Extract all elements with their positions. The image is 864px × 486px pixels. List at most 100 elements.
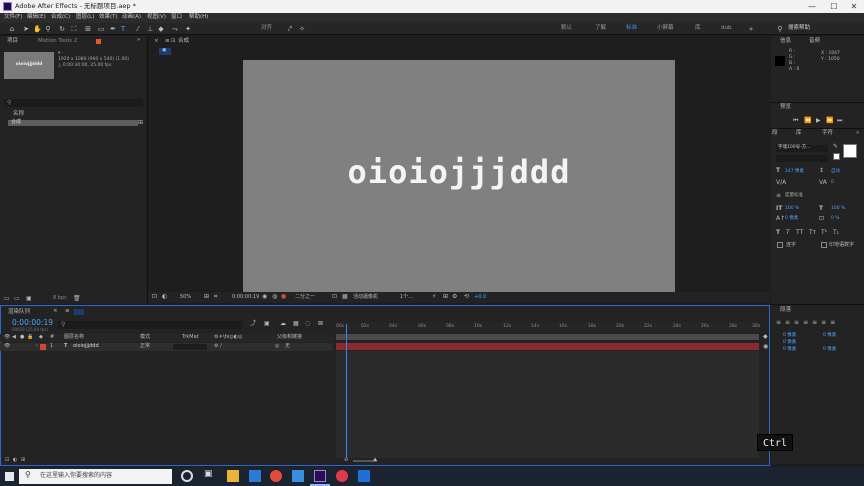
type-tool-icon[interactable]: T	[119, 25, 127, 33]
work-area-end-icon[interactable]: ◆	[763, 334, 768, 340]
resolution-select[interactable]: 二分之一	[295, 295, 315, 300]
current-time-indicator[interactable]	[346, 324, 347, 464]
menu-view[interactable]: 视图(V)	[147, 14, 166, 21]
draft-3d-icon[interactable]: ▣	[264, 321, 270, 327]
tab-project[interactable]: 项目	[7, 38, 18, 45]
interpret-footage-icon[interactable]: ▭	[4, 296, 10, 302]
workspace-small-screen[interactable]: 小屏幕	[657, 25, 674, 32]
trkmat-select[interactable]	[173, 344, 207, 350]
all-caps-icon[interactable]: TT	[796, 230, 803, 236]
comp-mini-flowchart-icon[interactable]: ⤴	[250, 321, 256, 327]
vertical-scale-value[interactable]: 100 %	[785, 206, 799, 212]
exposure-value[interactable]: +0.0	[474, 295, 486, 300]
selection-tool-icon[interactable]: ➤	[22, 25, 30, 33]
viewer-close-icon[interactable]: ×	[154, 38, 159, 45]
hindi-digits-checkbox[interactable]	[821, 242, 827, 248]
zoom-in-icon[interactable]: ⛰	[373, 458, 377, 463]
close-button[interactable]: ✕	[846, 1, 862, 12]
snapshot-icon[interactable]: ◉	[262, 294, 267, 300]
task-view-icon[interactable]: ▣	[204, 470, 216, 482]
app-icon-red[interactable]	[336, 470, 348, 482]
layer-row[interactable]: 👁 › 1 T oioiojjjddd 正常 ⚙ / ◎ 无	[0, 343, 333, 351]
mask-icon[interactable]: ◐	[162, 294, 167, 300]
region-of-interest-icon[interactable]: ⊡	[332, 294, 337, 300]
tab-comp-timeline[interactable]	[74, 309, 84, 315]
tab-paragraph[interactable]: 段落	[780, 307, 791, 314]
faux-italic-icon[interactable]: T	[786, 230, 790, 236]
layer-duration-bar[interactable]	[336, 343, 759, 350]
layer-end-icon[interactable]: ◉	[763, 344, 768, 350]
work-area-bar[interactable]	[336, 334, 759, 340]
parent-select[interactable]: 无	[285, 344, 290, 349]
always-preview-icon[interactable]: ⊡	[152, 294, 157, 300]
indent-first-value[interactable]: 0 像素	[783, 340, 796, 346]
baseline-shift-value[interactable]: 0 像素	[785, 216, 798, 222]
workspace-default[interactable]: 默认	[561, 25, 572, 32]
zoom-select[interactable]: 50%	[180, 295, 191, 300]
snap-icon[interactable]: ✧	[298, 25, 306, 33]
motion-blur-icon[interactable]: ◌	[305, 321, 310, 327]
viewer-menu-icon[interactable]: ≡	[165, 38, 170, 45]
mail-icon[interactable]	[292, 470, 304, 482]
title-safe-icon[interactable]: ⌗	[214, 294, 217, 300]
new-comp-icon[interactable]: ▣	[26, 296, 32, 302]
trkmat-header[interactable]: TrkMat	[182, 335, 199, 340]
workspace-overflow-icon[interactable]: »	[747, 25, 755, 33]
font-size-value[interactable]: 147 像素	[785, 169, 804, 175]
shy-layers-icon[interactable]: ☁	[280, 321, 286, 327]
menu-help[interactable]: 帮助(H)	[189, 14, 208, 21]
layer-visibility-icon[interactable]: 👁	[4, 344, 10, 349]
menu-composition[interactable]: 合成(C)	[51, 14, 70, 21]
panel-overflow-icon[interactable]: »	[137, 37, 140, 44]
tab-preview[interactable]: 预览	[780, 104, 791, 111]
pick-whip-icon[interactable]: ◎	[275, 344, 279, 349]
help-search-field[interactable]: 搜索帮助	[788, 25, 810, 32]
stroke-white-swatch[interactable]	[833, 153, 840, 160]
tab-composition[interactable]: 合成	[178, 38, 189, 45]
tab-render-queue[interactable]: 渲染队列	[8, 309, 30, 316]
space-after-value[interactable]: 0 像素	[823, 347, 836, 353]
toggle-modes-icon[interactable]: ◐	[13, 458, 17, 463]
cortana-icon[interactable]	[181, 470, 193, 482]
show-snapshot-icon[interactable]: ◍	[272, 294, 277, 300]
views-select[interactable]: 1个...	[400, 295, 413, 300]
comp-canvas[interactable]: oioiojjjddd	[243, 60, 675, 292]
indent-left-value[interactable]: 0 像素	[783, 333, 796, 339]
expand-arrow-icon[interactable]: ›	[36, 344, 38, 349]
app-icon-blue[interactable]	[358, 470, 370, 482]
graph-editor-icon[interactable]: ⊠	[318, 321, 323, 327]
viewer-timecode[interactable]: 0:00:00:19	[232, 295, 259, 300]
project-item-row[interactable]: 合成	[8, 120, 138, 126]
zoom-tool-icon[interactable]: ⚲	[44, 25, 52, 33]
menu-layer[interactable]: 图层(L)	[76, 14, 94, 21]
file-explorer-icon[interactable]	[227, 470, 239, 482]
alignment-buttons[interactable]: ≡≡≡≡≡≡≡	[776, 320, 839, 326]
stroke-width-value[interactable]: 度量标准	[785, 193, 803, 199]
space-before-value[interactable]: 0 像素	[783, 347, 796, 353]
home-icon[interactable]: ⌂	[8, 25, 16, 33]
layer-name[interactable]: oioiojjjddd	[73, 344, 99, 349]
rectangle-tool-icon[interactable]: ▭	[97, 25, 105, 33]
font-style-select[interactable]	[776, 155, 828, 162]
layer-switches[interactable]: ⚙ /	[214, 344, 222, 349]
help-search-icon[interactable]: ⚲	[776, 25, 784, 33]
new-folder-icon[interactable]: ▭	[14, 296, 20, 302]
menu-edit[interactable]: 编辑(E)	[27, 14, 46, 21]
last-frame-icon[interactable]: ⏭	[837, 118, 842, 124]
color-channel-icon[interactable]: ●	[281, 294, 286, 300]
faux-bold-icon[interactable]: T	[776, 230, 780, 236]
column-name-header[interactable]: 名称	[13, 111, 24, 118]
ligatures-checkbox[interactable]	[777, 242, 783, 248]
clone-stamp-tool-icon[interactable]: ⊥	[146, 25, 154, 33]
maximize-button[interactable]: ☐	[826, 1, 842, 12]
workspace-learn[interactable]: 了解	[595, 25, 606, 32]
flowchart-icon[interactable]: ⊞	[138, 120, 143, 126]
snap-options-icon[interactable]: ⤤	[286, 25, 294, 33]
font-family-select[interactable]: 字魂100号-方...	[776, 145, 828, 152]
puppet-pin-tool-icon[interactable]: ✦	[184, 25, 192, 33]
fast-preview-icon[interactable]: ⚡	[432, 294, 436, 300]
camera-select[interactable]: 活动摄像机	[353, 295, 378, 300]
roto-brush-tool-icon[interactable]: ⤳	[171, 25, 179, 33]
rotate-tool-icon[interactable]: ↻	[58, 25, 66, 33]
previous-frame-icon[interactable]: ⏪	[804, 118, 811, 124]
